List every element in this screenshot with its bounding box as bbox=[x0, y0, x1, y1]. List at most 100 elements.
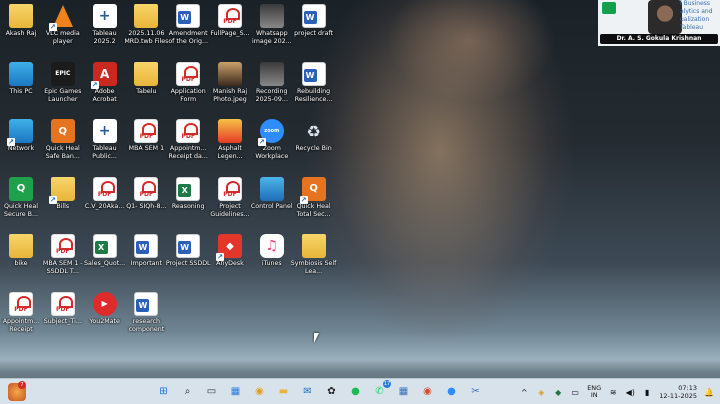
tray-shield-icon[interactable]: ◆ bbox=[553, 387, 563, 397]
calculator-icon[interactable]: ▦ bbox=[394, 382, 413, 401]
snipping-tool-icon[interactable]: ✂ bbox=[466, 382, 485, 401]
desktop-icon-appointm-receipt[interactable]: PDF Appointm... Receipt bbox=[0, 291, 42, 348]
desktop-icon-control-panel[interactable]: Control Panel bbox=[251, 176, 293, 233]
chatgpt-icon[interactable]: ✿ bbox=[322, 382, 341, 401]
desktop-icon-subject-ti[interactable]: PDF Subject_Ti... bbox=[42, 291, 84, 348]
desktop-icon-label: Important bbox=[130, 260, 162, 267]
speaker-icon[interactable]: ◀) bbox=[625, 387, 635, 397]
desktop-icon-vlc-media-player[interactable]: VLC media player bbox=[42, 4, 84, 60]
desktop-icon-bike[interactable]: bike bbox=[0, 234, 42, 290]
itunes-icon: ♫ bbox=[259, 234, 284, 258]
desktop-icon-q1-siqh-8[interactable]: PDF Q1- SIQh-8... bbox=[125, 176, 167, 233]
task-view-icon-glyph: ▭ bbox=[206, 386, 217, 397]
windows-start-icon[interactable]: ⊞ bbox=[154, 382, 173, 401]
desktop-icon-label: project draft bbox=[294, 30, 334, 37]
desktop-icon-label: Akash Raj bbox=[5, 30, 37, 37]
clock[interactable]: 07:13 12-11-2025 bbox=[659, 384, 697, 400]
desktop-icon-anydesk[interactable]: ◆AnyDesk bbox=[209, 234, 251, 290]
tray-app-icon[interactable]: ◈ bbox=[536, 387, 546, 397]
notification-bell-icon[interactable]: 🔔 bbox=[704, 387, 714, 397]
desktop-icon-sales-quot[interactable]: X Sales_Quot... bbox=[84, 234, 126, 290]
desktop-icon-label: Epic Games Launcher bbox=[44, 87, 82, 103]
asphalt-icon bbox=[218, 119, 242, 143]
desktop-icon-project-guidelines[interactable]: PDF Project Guidelines... bbox=[209, 176, 251, 233]
desktop-icon-akash-raj[interactable]: Akash Raj bbox=[0, 4, 42, 60]
desktop-icon-epic-games-launcher[interactable]: EPIC Epic Games Launcher bbox=[42, 61, 84, 118]
desktop-icon-fullpage-s[interactable]: PDF FullPage_S... bbox=[209, 4, 251, 60]
desktop-icon-label: Tableau 2025.2 bbox=[92, 30, 117, 45]
desktop-icon-this-pc[interactable]: This PC bbox=[0, 61, 42, 118]
desktop-icon-adobe-acrobat[interactable]: AAdobe Acrobat bbox=[84, 61, 126, 118]
pdf-icon: PDF bbox=[134, 119, 159, 143]
zoom-icon[interactable]: ● bbox=[442, 382, 461, 401]
pdf-icon: PDF bbox=[176, 119, 201, 143]
desktop-icon-application-form[interactable]: PDF Application Form bbox=[167, 61, 209, 118]
desktop-icon-mba-sem-1-ssddl-t[interactable]: PDF MBA SEM 1 - SSDDL T... bbox=[42, 234, 84, 290]
desktop-icon-project-draft[interactable]: Wproject draft bbox=[293, 4, 335, 60]
desktop-icon-quick-heal-safe-ban[interactable]: Q Quick Heal Safe Ban... bbox=[42, 119, 84, 175]
desktop-icon-rebuilding-resilience[interactable]: W Rebuilding Resilience... bbox=[293, 61, 335, 118]
desktop-icon-mba-sem-1[interactable]: PDF MBA SEM 1 bbox=[125, 119, 167, 175]
desktop-icon-network[interactable]: Network bbox=[0, 119, 42, 175]
chrome-icon[interactable]: ◉ bbox=[250, 382, 269, 401]
mail-icon[interactable]: ✉ bbox=[298, 382, 317, 401]
user-folder-icon bbox=[9, 4, 33, 28]
wifi-icon[interactable]: ≋ bbox=[608, 387, 618, 397]
battery-icon[interactable]: ▮ bbox=[642, 387, 652, 397]
desktop-icon-label: Application Form bbox=[170, 87, 206, 103]
spotify-icon[interactable]: ● bbox=[346, 382, 365, 401]
desktop-icon-whatsapp-image-202[interactable]: Whatsapp image 202... bbox=[251, 4, 293, 60]
language-indicator[interactable]: ENG IN bbox=[587, 385, 601, 399]
desktop-icon-you2mate[interactable]: ▶ You2Mate bbox=[84, 291, 126, 348]
clock-time: 07:13 bbox=[678, 384, 697, 392]
desktop-icon-label: Amendment of the Orig... bbox=[168, 30, 209, 45]
desktop-icon-bills[interactable]: Bills bbox=[42, 176, 84, 233]
desktop-icon-2025-11-06-mrd-twb-files[interactable]: 2025.11.06 MRD.twb Files bbox=[124, 4, 169, 60]
system-tray: ^ ◈ ◆ ▭ ENG IN ≋ ◀) ▮ 07:13 12-11-2025 🔔 bbox=[519, 382, 714, 402]
file-explorer-icon-glyph: ▬ bbox=[278, 386, 289, 397]
task-view-icon[interactable]: ▭ bbox=[202, 382, 221, 401]
webcam-background-text: l Business alytics and ualization Tablea… bbox=[680, 0, 713, 31]
desktop-icon-recording-2025-09[interactable]: Recording 2025-09... bbox=[251, 61, 293, 118]
display-icon[interactable]: ▭ bbox=[570, 387, 580, 397]
chrome-profile-icon[interactable]: ◉ bbox=[418, 382, 437, 401]
pdf-icon: PDF bbox=[9, 291, 33, 316]
desktop-icon-label: research component bbox=[128, 317, 165, 333]
desktop-icon-label: FullPage_S... bbox=[210, 30, 250, 37]
chevron-up-icon[interactable]: ^ bbox=[519, 387, 529, 397]
desktop-icon-zoom-workplace[interactable]: zoomZoom Workplace bbox=[251, 119, 293, 175]
desktop-icon-quick-heal-total-sec[interactable]: QQuick Heal Total Sec... bbox=[293, 176, 335, 233]
search-icon[interactable]: ⌕ bbox=[178, 382, 197, 401]
desktop-icon-research-component[interactable]: Wresearch component bbox=[125, 291, 167, 348]
desktop-icon-label: Sales_Quot... bbox=[84, 260, 126, 267]
desktop-icon-tabelu[interactable]: Tabelu bbox=[125, 61, 167, 118]
word-icon: W bbox=[176, 234, 201, 258]
desktop-icon-manish-raj-photo-jpeg[interactable]: Manish Raj Photo.jpeg bbox=[209, 61, 251, 118]
widgets-icon[interactable]: ▦ bbox=[226, 382, 245, 401]
file-explorer-icon[interactable]: ▬ bbox=[274, 382, 293, 401]
region-code: IN bbox=[590, 391, 598, 399]
tableau-icon: + bbox=[92, 4, 117, 28]
vlc-icon bbox=[48, 4, 75, 31]
whatsapp-icon[interactable]: ✆ 17 bbox=[370, 380, 391, 401]
desktop-icon-important[interactable]: W Important bbox=[125, 234, 167, 290]
mouse-cursor bbox=[314, 333, 319, 343]
desktop-icon-label: 2025.11.06 MRD.twb Files bbox=[124, 30, 169, 45]
desktop-icon-itunes[interactable]: ♫ iTunes bbox=[251, 234, 293, 290]
desktop-icon-reasoning[interactable]: X Reasoning bbox=[167, 176, 209, 233]
desktop-icon-amendment-of-the-orig[interactable]: W Amendment of the Orig... bbox=[167, 4, 209, 60]
desktop-icon-asphalt-legen[interactable]: Asphalt Legen... bbox=[209, 119, 251, 175]
desktop-icon-tableau-2025-2[interactable]: + Tableau 2025.2 bbox=[84, 4, 126, 60]
calculator-icon-glyph: ▦ bbox=[398, 386, 409, 397]
desktop-icon-recycle-bin[interactable]: ♻ Recycle Bin bbox=[293, 119, 335, 175]
zoom-icon-glyph: ● bbox=[447, 386, 456, 397]
desktop-icon-project-ssddl[interactable]: W Project SSDDL bbox=[166, 234, 211, 290]
desktop-icon-tableau-public[interactable]: + Tableau Public... bbox=[84, 119, 126, 175]
desktop-icon-label: Asphalt Legen... bbox=[217, 145, 243, 160]
desktop-icon-symbiosis-self-lea[interactable]: Symbiosis Self Lea... bbox=[291, 234, 336, 290]
desktop-icon-quick-heal-secure-b[interactable]: Q Quick Heal Secure B... bbox=[0, 176, 42, 233]
desktop-icon-appointm-receipt-da[interactable]: PDF Appointm... Receipt da... bbox=[167, 119, 209, 175]
widgets-icon-glyph: ▦ bbox=[230, 386, 241, 397]
desktop-icon-c-v-20aka[interactable]: PDF C.V_20Aka... bbox=[84, 176, 126, 233]
pdf-icon: PDF bbox=[176, 61, 201, 86]
